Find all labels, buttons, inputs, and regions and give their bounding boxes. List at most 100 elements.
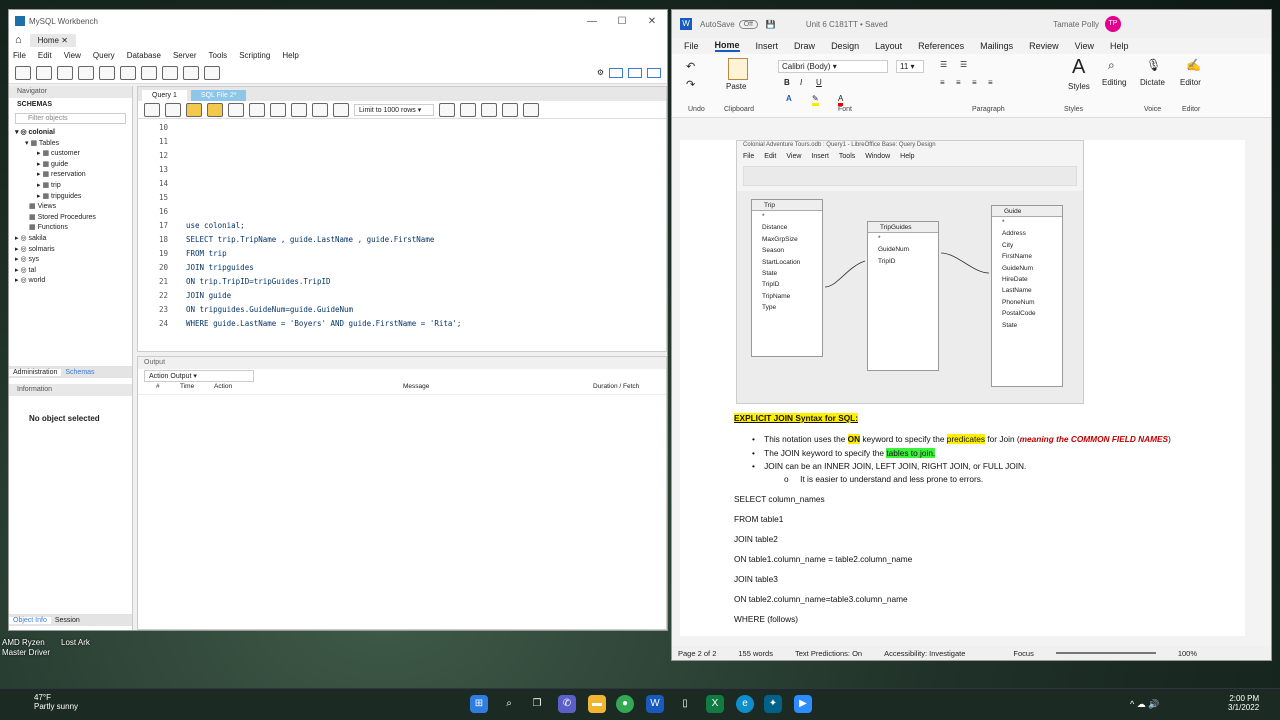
- table-tripguides[interactable]: ▸ ▦ tripguides: [15, 192, 132, 203]
- reconnect-icon[interactable]: [204, 65, 220, 80]
- save-icon[interactable]: 💾: [766, 20, 776, 29]
- schema-tal[interactable]: ▸ ◎ tal: [15, 266, 132, 277]
- schema-sakila[interactable]: ▸ ◎ sakila: [15, 234, 132, 245]
- layout-toggle-icon[interactable]: [609, 67, 623, 78]
- layout-toggle-icon[interactable]: [647, 67, 661, 78]
- create-table-icon[interactable]: [99, 65, 115, 80]
- execute-icon[interactable]: [186, 102, 202, 117]
- tab-insert[interactable]: Insert: [756, 41, 779, 51]
- views-folder[interactable]: ▦ Views: [15, 202, 132, 213]
- explain-icon[interactable]: [228, 102, 244, 117]
- tab-draw[interactable]: Draw: [794, 41, 815, 51]
- tables-folder[interactable]: ▾ ▦ Tables: [15, 139, 132, 150]
- tab-object-info[interactable]: Object Info: [9, 616, 51, 624]
- beautify-icon[interactable]: [460, 102, 476, 117]
- document-page[interactable]: Colonial Adventure Tours.odb : Query1 - …: [680, 140, 1245, 636]
- editor-icon[interactable]: ✍: [1186, 58, 1201, 72]
- autocommit-icon[interactable]: [333, 102, 349, 117]
- commit-icon[interactable]: [291, 102, 307, 117]
- clock[interactable]: 2:00 PM 3/1/2022: [1228, 694, 1259, 712]
- tab-help[interactable]: Help: [1110, 41, 1129, 51]
- tab-administration[interactable]: Administration: [9, 368, 62, 376]
- styles-button[interactable]: Styles: [1068, 82, 1090, 91]
- toggle-errors-icon[interactable]: [270, 102, 286, 117]
- paste-button[interactable]: Paste: [726, 82, 746, 91]
- layout-toggle-icon[interactable]: [628, 67, 642, 78]
- menu-view[interactable]: View: [64, 51, 81, 60]
- procedures-folder[interactable]: ▦ Stored Procedures: [15, 213, 132, 224]
- tab-view[interactable]: View: [1075, 41, 1094, 51]
- editing-button[interactable]: Editing: [1102, 78, 1126, 87]
- close-icon[interactable]: ✕: [637, 16, 667, 27]
- zoom-icon[interactable]: ▶: [794, 695, 812, 713]
- dictate-icon[interactable]: 🎙: [1146, 58, 1161, 72]
- word-taskbar-icon[interactable]: W: [646, 695, 664, 713]
- open-sql-icon[interactable]: [36, 65, 52, 80]
- output-type-select[interactable]: Action Output ▾: [144, 370, 254, 382]
- amd-ryzen-desktop-icon[interactable]: AMD Ryzen Master Driver: [2, 638, 58, 658]
- italic-icon[interactable]: I: [800, 78, 802, 87]
- file-explorer-icon[interactable]: ▬: [588, 695, 606, 713]
- page-count[interactable]: Page 2 of 2: [678, 649, 716, 658]
- filter-objects-input[interactable]: Filter objects: [15, 113, 126, 124]
- bullets-icon[interactable]: ☰: [940, 60, 947, 69]
- focus-button[interactable]: Focus: [1013, 649, 1033, 658]
- new-sql-tab-icon[interactable]: [15, 65, 31, 80]
- search-icon[interactable]: ⌕: [1108, 58, 1115, 73]
- menu-server[interactable]: Server: [173, 51, 197, 60]
- table-guide[interactable]: ▸ ▦ guide: [15, 160, 132, 171]
- chat-icon[interactable]: ✆: [558, 695, 576, 713]
- bookmark-icon[interactable]: [439, 102, 455, 117]
- create-schema-icon[interactable]: [78, 65, 94, 80]
- start-icon[interactable]: ⊞: [470, 695, 488, 713]
- lost-ark-desktop-icon[interactable]: Lost Ark: [61, 638, 90, 648]
- tab-query1[interactable]: Query 1: [142, 90, 187, 101]
- menu-help[interactable]: Help: [282, 51, 298, 60]
- text-predictions[interactable]: Text Predictions: On: [795, 649, 862, 658]
- tab-references[interactable]: References: [918, 41, 964, 51]
- menu-database[interactable]: Database: [127, 51, 161, 60]
- edge-icon[interactable]: e: [736, 695, 754, 713]
- open-file-icon[interactable]: [144, 102, 160, 117]
- create-procedure-icon[interactable]: [141, 65, 157, 80]
- find-icon[interactable]: [481, 102, 497, 117]
- menu-scripting[interactable]: Scripting: [239, 51, 270, 60]
- excel-icon[interactable]: X: [706, 695, 724, 713]
- font-name-select[interactable]: Calibri (Body) ▾: [778, 60, 888, 73]
- bold-icon[interactable]: B: [784, 78, 790, 87]
- redo-icon[interactable]: ↷: [686, 78, 695, 91]
- wrap-icon[interactable]: [523, 102, 539, 117]
- menu-tools[interactable]: Tools: [209, 51, 228, 60]
- menu-edit[interactable]: Edit: [38, 51, 52, 60]
- highlight-icon[interactable]: ✎: [812, 94, 819, 106]
- align-center-icon[interactable]: ≡: [956, 78, 961, 87]
- text-effects-icon[interactable]: A: [786, 94, 792, 103]
- accessibility-status[interactable]: Accessibility: Investigate: [884, 649, 965, 658]
- avatar[interactable]: TP: [1105, 16, 1121, 32]
- execute-current-icon[interactable]: [207, 102, 223, 117]
- tab-session[interactable]: Session: [51, 617, 84, 624]
- schema-solmaris[interactable]: ▸ ◎ solmaris: [15, 245, 132, 256]
- justify-icon[interactable]: ≡: [988, 78, 993, 87]
- font-size-select[interactable]: 11 ▾: [896, 60, 924, 73]
- dictate-button[interactable]: Dictate: [1140, 78, 1165, 87]
- weather-widget[interactable]: 47°F Partly sunny: [10, 693, 78, 711]
- font-color-icon[interactable]: A: [838, 94, 844, 106]
- system-tray[interactable]: ^ ☁ 🔊: [1130, 699, 1159, 710]
- limit-rows-select[interactable]: Limit to 1000 rows ▾: [354, 103, 434, 116]
- maximize-icon[interactable]: ☐: [607, 16, 637, 27]
- code-editor[interactable]: 10 11 12 13 14 15 16 17 use colonial; 18 SELECT tr…: [138, 123, 666, 341]
- tab-schemas[interactable]: Schemas: [61, 369, 98, 376]
- editor-button[interactable]: Editor: [1180, 78, 1201, 87]
- tab-home[interactable]: Home ✕: [29, 33, 76, 47]
- create-view-icon[interactable]: [120, 65, 136, 80]
- invisible-chars-icon[interactable]: [502, 102, 518, 117]
- taskbar-app-icon[interactable]: ▯: [676, 695, 694, 713]
- align-left-icon[interactable]: ≡: [940, 78, 945, 87]
- home-icon[interactable]: ⌂: [15, 34, 22, 46]
- table-customer[interactable]: ▸ ▦ customer: [15, 149, 132, 160]
- create-function-icon[interactable]: [162, 65, 178, 80]
- zoom-level[interactable]: 100%: [1178, 649, 1197, 658]
- mysql-taskbar-icon[interactable]: ✦: [764, 695, 782, 713]
- tab-file[interactable]: File: [684, 41, 699, 51]
